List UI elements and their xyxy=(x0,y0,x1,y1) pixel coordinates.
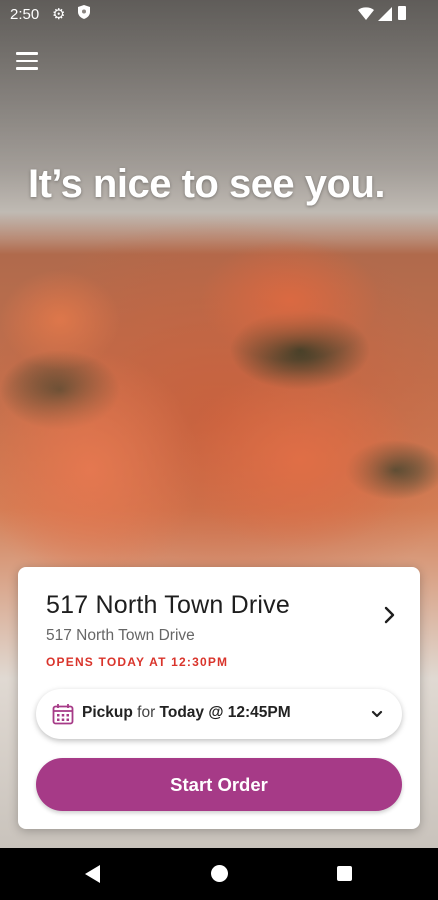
hamburger-menu-icon[interactable] xyxy=(16,52,38,72)
back-icon[interactable] xyxy=(84,864,102,884)
recents-icon[interactable] xyxy=(337,866,352,881)
gear-icon: ⚙ xyxy=(52,6,66,23)
location-address: 517 North Town Drive xyxy=(46,627,195,644)
home-icon[interactable] xyxy=(211,865,228,882)
battery-icon xyxy=(398,6,406,20)
pickup-connector: for xyxy=(137,704,156,721)
chevron-down-icon xyxy=(371,710,383,718)
start-order-button[interactable]: Start Order xyxy=(36,758,402,811)
system-nav-bar xyxy=(0,848,438,900)
status-bar: 2:50 ⚙ xyxy=(0,0,438,30)
pickup-time-selector[interactable]: Pickup for Today @ 12:45PM xyxy=(36,689,402,739)
location-hours: OPENS TODAY AT 12:30PM xyxy=(46,655,229,669)
location-card: 517 North Town Drive 517 North Town Driv… xyxy=(18,567,420,829)
pickup-label: Pickup for Today @ 12:45PM xyxy=(82,704,291,722)
status-time: 2:50 xyxy=(10,6,40,23)
location-title[interactable]: 517 North Town Drive xyxy=(46,591,290,620)
greeting-title: It’s nice to see you. xyxy=(28,162,386,206)
calendar-icon xyxy=(52,704,74,725)
wifi-icon xyxy=(358,7,374,20)
pickup-time: Today @ 12:45PM xyxy=(159,704,291,721)
signal-icon xyxy=(378,7,392,21)
chevron-right-icon[interactable] xyxy=(380,603,400,627)
pickup-mode: Pickup xyxy=(82,704,133,721)
shield-icon xyxy=(78,5,90,19)
